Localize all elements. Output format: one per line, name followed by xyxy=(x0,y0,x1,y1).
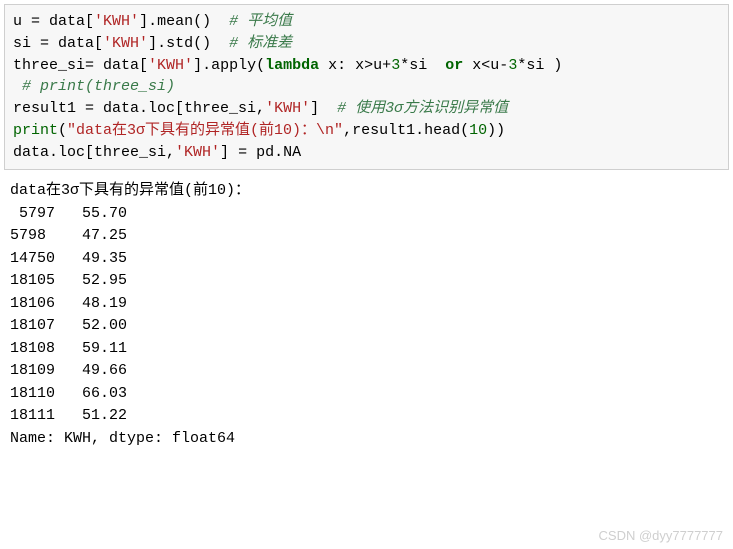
code-op: * xyxy=(400,57,409,74)
code-number: 3 xyxy=(391,57,400,74)
code-fn: apply xyxy=(211,57,256,74)
output-index: 18111 xyxy=(10,407,55,424)
output-index: 18105 xyxy=(10,272,55,289)
code-text: si ) xyxy=(526,57,562,74)
output-header: data在3σ下具有的异常值(前10)： xyxy=(10,182,250,199)
output-cell: data在3σ下具有的异常值(前10)： 5797 55.70 5798 47.… xyxy=(0,174,733,456)
code-text: data.loc[three_si, xyxy=(13,144,175,161)
output-value: 47.25 xyxy=(46,227,127,244)
output-index: 14750 xyxy=(10,250,55,267)
code-text: data[ xyxy=(49,35,103,52)
code-comment: # 平均值 xyxy=(229,13,292,30)
output-index: 18106 xyxy=(10,295,55,312)
code-op: = xyxy=(40,35,49,52)
output-footer: Name: KWH, dtype: float64 xyxy=(10,430,235,447)
output-value: 49.66 xyxy=(55,362,127,379)
code-text: ] xyxy=(220,144,238,161)
code-text: () xyxy=(193,35,229,52)
output-row: 18109 49.66 xyxy=(10,362,127,379)
output-row: 5798 47.25 xyxy=(10,227,127,244)
code-op: + xyxy=(382,57,391,74)
code-text: ( xyxy=(58,122,67,139)
output-value: 52.95 xyxy=(55,272,127,289)
output-value: 55.70 xyxy=(55,205,127,222)
code-op: = xyxy=(85,100,94,117)
watermark: CSDN @dyy7777777 xyxy=(599,528,723,543)
code-text: data[ xyxy=(94,57,148,74)
output-index: 18109 xyxy=(10,362,55,379)
output-value: 51.22 xyxy=(55,407,127,424)
code-builtin: print xyxy=(13,122,58,139)
output-row: 18108 59.11 xyxy=(10,340,127,357)
code-text: () xyxy=(193,13,229,30)
output-row: 18105 52.95 xyxy=(10,272,127,289)
code-string: 'KWH' xyxy=(265,100,310,117)
code-text: ]. xyxy=(193,57,211,74)
code-fn: std xyxy=(166,35,193,52)
output-value: 48.19 xyxy=(55,295,127,312)
code-text: )) xyxy=(487,122,505,139)
code-comment: # print(three_si) xyxy=(13,78,175,95)
code-string: "data在3σ下具有的异常值(前10)：\n" xyxy=(67,122,343,139)
code-text: x xyxy=(463,57,481,74)
code-text: si xyxy=(13,35,40,52)
code-string: 'KWH' xyxy=(175,144,220,161)
output-index: 18110 xyxy=(10,385,55,402)
code-text: result1 xyxy=(13,100,85,117)
code-keyword: lambda xyxy=(265,57,319,74)
code-text: x: x xyxy=(319,57,364,74)
code-op: * xyxy=(517,57,526,74)
output-row: 18111 51.22 xyxy=(10,407,127,424)
output-row: 18107 52.00 xyxy=(10,317,127,334)
code-cell[interactable]: u = data['KWH'].mean() # 平均值 si = data['… xyxy=(4,4,729,170)
code-op: = xyxy=(238,144,247,161)
output-row: 14750 49.35 xyxy=(10,250,127,267)
output-index: 18108 xyxy=(10,340,55,357)
code-fn: mean xyxy=(157,13,193,30)
output-row: 5797 55.70 xyxy=(10,205,127,222)
code-op: < xyxy=(481,57,490,74)
output-value: 66.03 xyxy=(55,385,127,402)
output-value: 49.35 xyxy=(55,250,127,267)
output-row: 18106 48.19 xyxy=(10,295,127,312)
code-string: 'KWH' xyxy=(94,13,139,30)
code-number: 3 xyxy=(508,57,517,74)
code-text: u xyxy=(490,57,499,74)
code-string: 'KWH' xyxy=(148,57,193,74)
code-number: 10 xyxy=(469,122,487,139)
code-op: = xyxy=(31,13,40,30)
code-text: ,result1.head( xyxy=(343,122,469,139)
code-text: pd.NA xyxy=(247,144,301,161)
output-index: 5797 xyxy=(10,205,55,222)
code-text: data[ xyxy=(40,13,94,30)
code-text: ( xyxy=(256,57,265,74)
output-index: 5798 xyxy=(10,227,46,244)
code-keyword: or xyxy=(445,57,463,74)
code-text: si xyxy=(409,57,445,74)
code-text: data.loc[three_si, xyxy=(94,100,265,117)
code-text: ]. xyxy=(148,35,166,52)
code-op: > xyxy=(364,57,373,74)
code-comment: # 标准差 xyxy=(229,35,292,52)
output-value: 59.11 xyxy=(55,340,127,357)
code-text: ]. xyxy=(139,13,157,30)
code-string: 'KWH' xyxy=(103,35,148,52)
output-row: 18110 66.03 xyxy=(10,385,127,402)
output-index: 18107 xyxy=(10,317,55,334)
code-comment: # 使用3σ方法识别异常值 xyxy=(337,100,508,117)
code-op: = xyxy=(85,57,94,74)
code-op: - xyxy=(499,57,508,74)
code-text: u xyxy=(13,13,31,30)
output-value: 52.00 xyxy=(55,317,127,334)
code-text: ] xyxy=(310,100,337,117)
code-text: three_si xyxy=(13,57,85,74)
code-text: u xyxy=(373,57,382,74)
